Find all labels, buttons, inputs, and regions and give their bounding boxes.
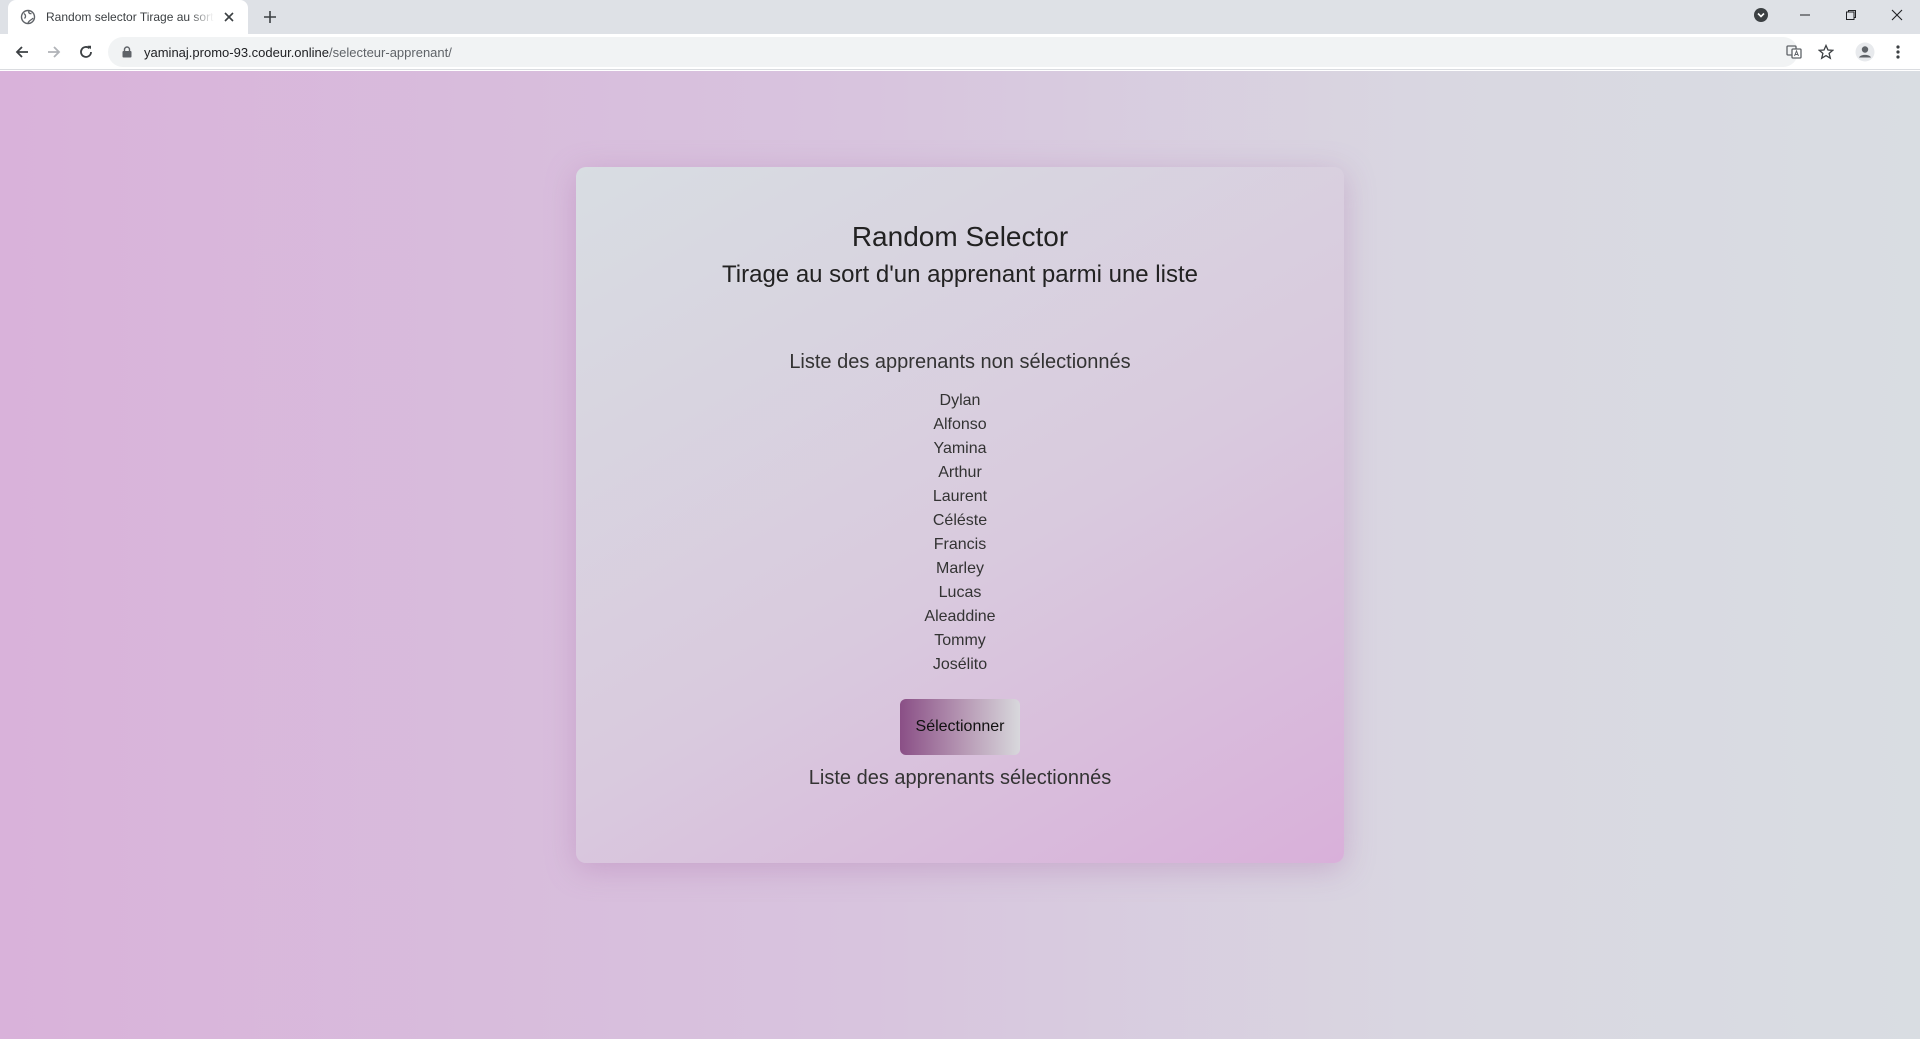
list-item: Céléste xyxy=(932,512,988,529)
close-tab-icon[interactable] xyxy=(220,8,238,26)
list-item: Dylan xyxy=(939,392,981,409)
list-item: Marley xyxy=(935,560,984,577)
url-path: /selecteur-apprenant/ xyxy=(329,44,452,60)
address-bar[interactable]: yaminaj.promo-93.codeur.online/selecteur… xyxy=(108,37,1798,67)
list-item: Yamina xyxy=(933,440,987,457)
tab-search-icon[interactable] xyxy=(1738,0,1784,30)
list-item: Lucas xyxy=(938,584,982,601)
browser-tab[interactable]: Random selector Tirage au sort d'un appr… xyxy=(8,0,248,34)
lock-icon[interactable] xyxy=(120,45,134,59)
translate-icon[interactable] xyxy=(1782,40,1806,64)
bookmark-star-icon[interactable] xyxy=(1814,40,1838,64)
list-item: Francis xyxy=(933,536,987,553)
forward-arrow-icon[interactable] xyxy=(40,38,68,66)
selector-card: Random Selector Tirage au sort d'un appr… xyxy=(576,167,1344,863)
restore-icon[interactable] xyxy=(1828,0,1874,30)
globe-icon xyxy=(20,9,36,25)
tab-title: Random selector Tirage au sort d'un appr… xyxy=(46,10,214,24)
new-tab-icon[interactable] xyxy=(258,5,282,29)
reload-icon[interactable] xyxy=(72,38,100,66)
profile-avatar-icon[interactable] xyxy=(1853,40,1877,64)
browser-toolbar: yaminaj.promo-93.codeur.online/selecteur… xyxy=(0,34,1920,70)
close-window-icon[interactable] xyxy=(1874,0,1920,30)
unselected-list: Dylan Alfonso Yamina Arthur Laurent Célé… xyxy=(576,389,1344,677)
url-text: yaminaj.promo-93.codeur.online/selecteur… xyxy=(144,45,452,60)
select-button[interactable]: Sélectionner xyxy=(900,699,1020,755)
back-arrow-icon[interactable] xyxy=(8,38,36,66)
url-host: yaminaj.promo-93.codeur.online xyxy=(144,44,329,60)
menu-dots-icon[interactable] xyxy=(1886,40,1910,64)
unselected-heading: Liste des apprenants non sélectionnés xyxy=(789,351,1131,373)
list-item: Josélito xyxy=(932,656,988,673)
page-subtitle: Tirage au sort d'un apprenant parmi une … xyxy=(722,261,1198,288)
minimize-icon[interactable] xyxy=(1782,0,1828,30)
list-item: Alfonso xyxy=(933,416,987,433)
page-viewport: Random Selector Tirage au sort d'un appr… xyxy=(0,71,1920,1039)
list-item: Arthur xyxy=(938,464,982,481)
page-title: Random Selector xyxy=(851,221,1069,252)
tab-strip: Random selector Tirage au sort d'un appr… xyxy=(0,0,1920,34)
list-item: Tommy xyxy=(934,632,986,649)
list-item: Laurent xyxy=(932,488,988,505)
selected-heading: Liste des apprenants sélectionnés xyxy=(808,767,1112,789)
list-item: Aleaddine xyxy=(924,608,996,625)
